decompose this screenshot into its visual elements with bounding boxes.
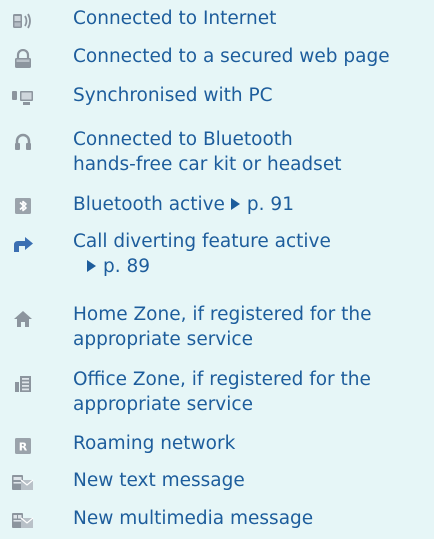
svg-text:R: R	[19, 441, 28, 454]
item-label: Connected to Bluetooth hands-free car ki…	[73, 129, 342, 175]
text-message-icon	[8, 471, 38, 495]
multimedia-message-icon	[8, 509, 38, 533]
page-ref-arrow-icon	[87, 260, 96, 272]
item-label: New text message	[73, 470, 245, 491]
padlock-icon	[8, 47, 38, 71]
home-zone-icon	[8, 307, 38, 331]
headset-icon	[8, 130, 38, 154]
item-label: Bluetooth active p. 91	[73, 194, 294, 215]
bluetooth-icon	[8, 194, 38, 218]
call-divert-icon	[8, 232, 38, 256]
item-label: Connected to a secured web page	[73, 46, 390, 67]
roaming-icon: R	[8, 434, 38, 458]
pc-sync-icon	[8, 85, 38, 109]
item-label: Call diverting feature active p. 89	[73, 231, 331, 277]
page-reference: p. 91	[246, 194, 294, 215]
phone-internet-icon	[8, 9, 38, 33]
item-label: New multimedia message	[73, 508, 314, 529]
item-label: Connected to Internet	[73, 8, 277, 29]
item-label: Synchronised with PC	[73, 85, 273, 106]
item-label: Office Zone, if registered for the appro…	[73, 369, 371, 415]
item-label: Roaming network	[73, 433, 236, 454]
page-ref-arrow-icon	[230, 198, 240, 210]
page-reference: p. 89	[103, 256, 151, 277]
item-label: Home Zone, if registered for the appropr…	[73, 304, 372, 350]
office-zone-icon	[8, 372, 38, 396]
